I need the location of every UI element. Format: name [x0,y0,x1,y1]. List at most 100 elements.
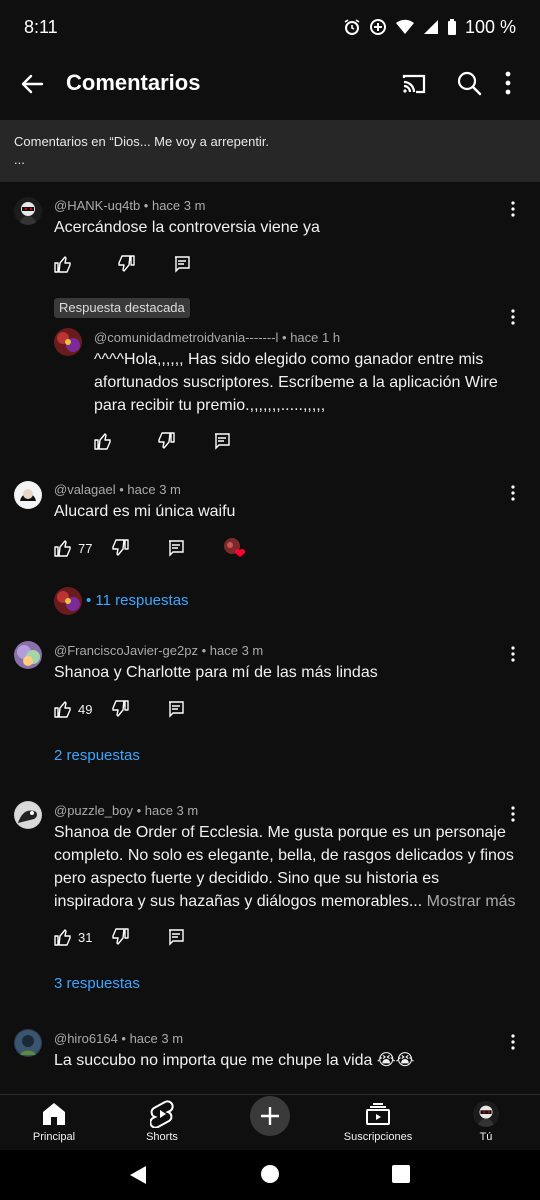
system-recents-icon[interactable] [391,1164,411,1184]
video-context-banner[interactable]: Comentarios en “Dios... Me voy a arrepen… [0,120,540,182]
avatar[interactable] [14,801,42,829]
comment-meta: @hiro6164 • hace 3 m [54,1031,184,1046]
back-arrow-icon[interactable] [18,70,46,98]
comment-more-icon[interactable] [511,485,515,501]
avatar[interactable] [14,641,42,669]
comment-meta: @HANK-uq4tb • hace 3 m [54,198,206,213]
avatar [473,1101,499,1127]
nav-label: Suscripciones [343,1131,413,1143]
cast-icon[interactable] [400,70,428,98]
nav-label: Shorts [146,1131,178,1143]
comment-actions: 77 [54,536,247,560]
dislike-icon[interactable] [117,255,135,273]
comment-time: hace 3 m [129,1031,184,1046]
battery-percent: 100 % [464,16,516,37]
reply-icon[interactable] [167,700,185,718]
shorts-icon [150,1100,174,1128]
nav-you[interactable]: Tú [436,1099,536,1143]
like-icon[interactable] [54,255,72,273]
view-replies-link[interactable]: • 11 respuestas [86,592,189,609]
comment-actions: 31 [54,925,185,949]
like-icon[interactable] [54,928,72,946]
wifi-icon [395,19,414,34]
comment-text: La succubo no importa que me chupe la vi… [54,1052,415,1069]
data-saver-icon [369,19,386,35]
nav-home[interactable]: Principal [4,1099,104,1143]
dislike-icon[interactable] [111,539,130,557]
comment-author[interactable]: @puzzle_boy [54,803,133,818]
avatar[interactable] [14,481,42,509]
like-count: 77 [78,540,93,556]
comment-text-line: completo. No solo es elegante, bella, de… [54,847,514,864]
more-vert-icon[interactable] [504,70,512,96]
comment-more-icon[interactable] [511,646,515,662]
like-icon[interactable] [94,432,112,450]
bottom-navigation: Principal Shorts Suscripciones Tú [0,1094,540,1150]
comment-author[interactable]: @HANK-uq4tb [54,198,140,213]
nav-label: Principal [32,1131,76,1143]
comment-text-line: Shanoa de Order of Ecclesia. Me gusta po… [54,824,506,841]
reply-text-line: ^^^^Hola,,,,,, Has sido elegido como gan… [94,351,484,368]
like-icon[interactable] [54,700,72,718]
reply-icon[interactable] [173,255,191,273]
system-back-icon[interactable] [128,1164,148,1186]
show-more-link[interactable]: Mostrar más [427,893,516,910]
context-ellipsis: ... [14,152,25,167]
view-replies-link[interactable]: 3 respuestas [54,975,140,992]
nav-create[interactable] [220,1096,320,1139]
dislike-icon[interactable] [111,928,130,946]
comment-text-line: inspiradora y sus hazañas y diálogos mem… [54,890,516,913]
comment-more-icon[interactable] [511,1034,515,1050]
like-count: 49 [78,701,93,717]
status-time: 8:11 [24,16,58,37]
avatar[interactable] [14,1029,42,1057]
comment-text-line: pero aspecto fuerte y decidido. Sino que… [54,870,440,887]
reply-icon[interactable] [167,539,185,557]
avatar[interactable] [54,328,82,356]
comment-text-tail: inspiradora y sus hazañas y diálogos mem… [54,893,423,910]
comment-more-icon[interactable] [511,806,515,822]
reply-actions [94,429,231,453]
reply-more-icon[interactable] [511,309,515,325]
reply-icon[interactable] [213,432,231,450]
comment-text: Shanoa de Order of Ecclesia. Me gusta po… [54,821,516,913]
avatar [54,587,82,615]
creator-heart-icon [224,538,246,557]
reply-icon[interactable] [167,928,185,946]
comment-actions: 49 [54,697,185,721]
comment-author[interactable]: @valagael [54,482,116,497]
view-replies-link[interactable]: 2 respuestas [54,747,140,764]
alarm-icon [344,19,360,35]
reply-meta: @comunidadmetroidvania-------l • hace 1 … [94,330,341,345]
system-home-icon[interactable] [260,1164,280,1184]
dislike-icon[interactable] [111,700,130,718]
signal-icon [423,20,438,34]
comment-text: Alucard es mi única waifu [54,503,236,520]
comment-text: Shanoa y Charlotte para mí de las más li… [54,664,378,681]
context-text: Comentarios en “Dios... Me voy a arrepen… [14,134,270,149]
reply-time: hace 1 h [290,330,341,345]
search-icon[interactable] [456,70,482,96]
reply-text-line: para recibir tu premio.,,,,,,,.....,,,,, [94,397,326,414]
dislike-icon[interactable] [157,432,175,450]
comment-time: hace 3 m [151,198,206,213]
status-bar: 8:11 100 % [0,0,540,54]
comment-text: Acercándose la controversia viene ya [54,219,320,236]
comment-meta: @puzzle_boy • hace 3 m [54,803,199,818]
add-icon [250,1096,290,1136]
comment-author[interactable]: @hiro6164 [54,1031,118,1046]
subscriptions-icon [366,1103,390,1125]
nav-shorts[interactable]: Shorts [112,1099,212,1143]
avatar[interactable] [14,197,42,225]
reply-author[interactable]: @comunidadmetroidvania-------l [94,330,278,345]
system-navigation-bar [0,1150,540,1200]
comment-more-icon[interactable] [511,201,515,217]
comment-actions [54,252,191,276]
battery-icon [447,19,456,35]
like-icon[interactable] [54,539,72,557]
page-title: Comentarios [66,70,201,95]
nav-label: Tú [479,1131,493,1143]
reply-text: ^^^^Hola,,,,,, Has sido elegido como gan… [94,348,498,417]
nav-subscriptions[interactable]: Suscripciones [328,1099,428,1143]
comment-author[interactable]: @FranciscoJavier-ge2pz [54,643,198,658]
